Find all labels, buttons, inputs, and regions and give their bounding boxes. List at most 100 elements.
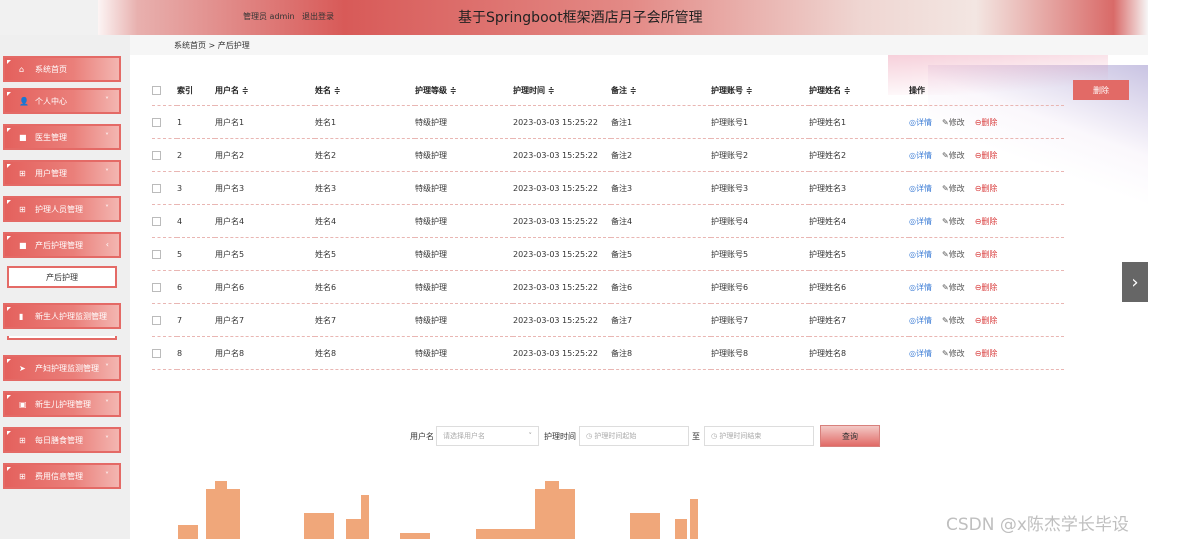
cell-care-time: 2023-03-03 15:25:22	[513, 303, 611, 337]
cell-care-level: 特级护理	[415, 171, 513, 205]
sidebar-item-label: 新生儿护理管理	[35, 399, 91, 409]
row-checkbox[interactable]	[152, 348, 161, 358]
sidebar-item-fees[interactable]: ⊞ 费用信息管理 ˅	[3, 463, 121, 489]
edit-link[interactable]: ✎修改	[942, 217, 965, 226]
col-header-username[interactable]: 用户名 ≑	[215, 75, 315, 106]
row-checkbox[interactable]	[152, 315, 161, 325]
cell-care-account: 护理账号3	[711, 171, 809, 205]
col-header-care-account[interactable]: 护理账号 ≑	[711, 75, 809, 106]
sidebar-item-newborn-monitor[interactable]: ▮ 新生人护理监测管理	[3, 303, 121, 329]
sidebar-item-label: 新生人护理监测管理	[35, 311, 107, 321]
edit-link[interactable]: ✎修改	[942, 349, 965, 358]
chevron-down-icon: ˅	[105, 363, 109, 372]
logout-link[interactable]: 退出登录	[302, 11, 334, 22]
sidebar-item-personal-center[interactable]: 👤 个人中心 ˅	[3, 88, 121, 114]
detail-link[interactable]: ◎详情	[909, 283, 932, 292]
detail-link[interactable]: ◎详情	[909, 316, 932, 325]
sidebar-item-postpartum-care[interactable]: ■ 产后护理管理 ‹	[3, 232, 121, 258]
edit-link[interactable]: ✎修改	[942, 151, 965, 160]
row-checkbox[interactable]	[152, 216, 161, 226]
cell-care-account: 护理账号6	[711, 270, 809, 304]
username-select[interactable]: 请选择用户名 ˅	[436, 426, 539, 446]
cell-care-name: 护理姓名7	[809, 303, 909, 337]
row-checkbox[interactable]	[152, 117, 161, 127]
row-checkbox[interactable]	[152, 282, 161, 292]
chevron-down-icon: ˅	[105, 96, 109, 105]
row-checkbox[interactable]	[152, 150, 161, 160]
cell-username: 用户名3	[215, 171, 315, 205]
cell-care-name: 护理姓名2	[809, 138, 909, 172]
detail-link[interactable]: ◎详情	[909, 118, 932, 127]
detail-link[interactable]: ◎详情	[909, 217, 932, 226]
table-row: 3 用户名3 姓名3 特级护理 2023-03-03 15:25:22 备注3 护理账号3 护…	[152, 171, 1064, 205]
detail-link[interactable]: ◎详情	[909, 250, 932, 259]
row-checkbox[interactable]	[152, 249, 161, 259]
search-button[interactable]: 查询	[820, 425, 880, 447]
chevron-down-icon: ˅	[528, 432, 533, 440]
col-header-care-level[interactable]: 护理等级 ≑	[415, 75, 513, 106]
bulk-delete-button[interactable]: 删除	[1073, 80, 1129, 100]
sidebar-item-users[interactable]: ⊞ 用户管理 ˅	[3, 160, 121, 186]
cell-care-time: 2023-03-03 15:25:22	[513, 138, 611, 172]
delete-link[interactable]: ⊖删除	[975, 349, 998, 358]
col-header-name[interactable]: 姓名 ≑	[315, 75, 415, 106]
detail-link[interactable]: ◎详情	[909, 184, 932, 193]
cell-care-level: 特级护理	[415, 204, 513, 238]
delete-link[interactable]: ⊖删除	[975, 316, 998, 325]
to-label: 至	[692, 432, 700, 441]
edit-link[interactable]: ✎修改	[942, 316, 965, 325]
care-time-end-input[interactable]: ◷ 护理时间结束	[704, 426, 814, 446]
sidebar-item-label: 每日膳食管理	[35, 435, 83, 445]
cell-name: 姓名3	[315, 171, 415, 205]
cell-care-account: 护理账号8	[711, 336, 809, 370]
cell-remark: 备注7	[611, 303, 711, 337]
delete-link[interactable]: ⊖删除	[975, 283, 998, 292]
username-label: 用户名	[410, 432, 434, 441]
cell-care-account: 护理账号4	[711, 204, 809, 238]
edit-link[interactable]: ✎修改	[942, 118, 965, 127]
row-checkbox[interactable]	[152, 183, 161, 193]
detail-link[interactable]: ◎详情	[909, 151, 932, 160]
edit-link[interactable]: ✎修改	[942, 184, 965, 193]
top-header-bar: 管理员 admin 退出登录 基于Springboot框架酒店月子会所管理	[0, 0, 1148, 35]
grid-icon: ⊞	[19, 168, 26, 178]
cell-actions: ◎详情 ✎修改 ⊖删除	[909, 303, 1064, 337]
table-row: 4 用户名4 姓名4 特级护理 2023-03-03 15:25:22 备注4 护理账号4 护…	[152, 204, 1064, 238]
chevron-down-icon: ˅	[105, 204, 109, 213]
chevron-right-icon[interactable]: ›	[1122, 262, 1148, 302]
cell-care-name: 护理姓名6	[809, 270, 909, 304]
submenu-postpartum-care[interactable]: 产后护理	[7, 266, 117, 288]
admin-label: 管理员 admin	[243, 12, 295, 21]
sidebar-item-doctor[interactable]: ■ 医生管理 ˅	[3, 124, 121, 150]
care-time-label: 护理时间	[544, 432, 576, 441]
sidebar-item-mother-monitor[interactable]: ➤ 产妇护理监测管理 ˅	[3, 355, 121, 381]
delete-link[interactable]: ⊖删除	[975, 151, 998, 160]
edit-link[interactable]: ✎修改	[942, 250, 965, 259]
sidebar-item-daily-meals[interactable]: ⊞ 每日膳食管理 ˅	[3, 427, 121, 453]
cell-index: 7	[177, 303, 215, 337]
sidebar-item-home[interactable]: ⌂ 系统首页	[3, 56, 121, 82]
delete-link[interactable]: ⊖删除	[975, 118, 998, 127]
col-header-remark[interactable]: 备注 ≑	[611, 75, 711, 106]
cell-care-level: 特级护理	[415, 138, 513, 172]
sidebar: ⌂ 系统首页 👤 个人中心 ˅ ■ 医生管理 ˅ ⊞ 用户管理 ˅ ⊞ 护理人员…	[0, 35, 130, 539]
cell-care-time: 2023-03-03 15:25:22	[513, 270, 611, 304]
cell-care-account: 护理账号7	[711, 303, 809, 337]
cell-username: 用户名5	[215, 237, 315, 271]
edit-link[interactable]: ✎修改	[942, 283, 965, 292]
sidebar-item-newborn-care[interactable]: ▣ 新生儿护理管理 ˅	[3, 391, 121, 417]
submenu-separator	[7, 336, 117, 340]
care-time-start-input[interactable]: ◷ 护理时间起始	[579, 426, 689, 446]
sidebar-item-nurses[interactable]: ⊞ 护理人员管理 ˅	[3, 196, 121, 222]
col-header-care-time[interactable]: 护理时间 ≑	[513, 75, 611, 106]
detail-link[interactable]: ◎详情	[909, 349, 932, 358]
select-all-checkbox[interactable]	[152, 85, 161, 95]
col-header-care-name[interactable]: 护理姓名 ≑	[809, 75, 909, 106]
delete-link[interactable]: ⊖删除	[975, 217, 998, 226]
delete-link[interactable]: ⊖删除	[975, 184, 998, 193]
col-header-actions: 操作	[909, 85, 925, 95]
delete-link[interactable]: ⊖删除	[975, 250, 998, 259]
cell-care-time: 2023-03-03 15:25:22	[513, 204, 611, 238]
cell-remark: 备注6	[611, 270, 711, 304]
cell-care-level: 特级护理	[415, 270, 513, 304]
